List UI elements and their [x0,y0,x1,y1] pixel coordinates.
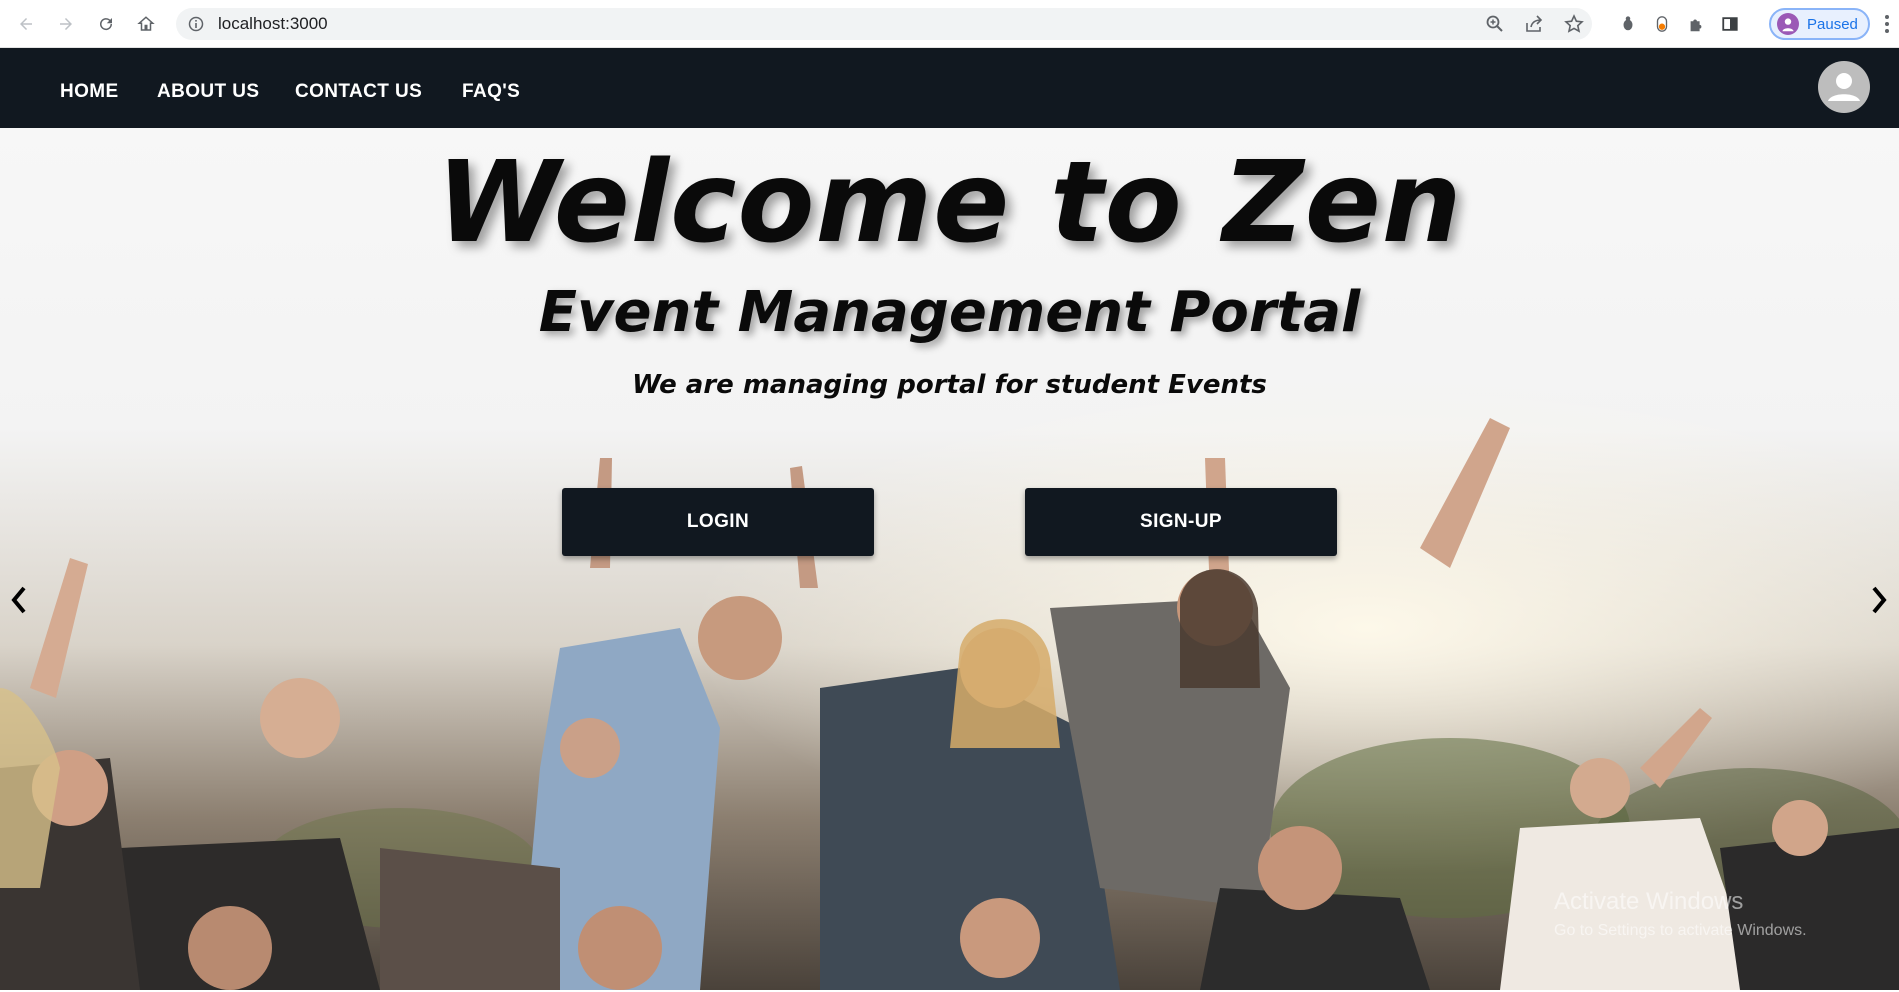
puzzle-extensions-icon[interactable] [1686,14,1706,34]
user-avatar[interactable] [1818,61,1870,113]
carousel-prev-button[interactable] [4,578,34,622]
bug-extension-icon[interactable] [1618,14,1638,34]
app-navbar: HOME ABOUT US CONTACT US FAQ'S [0,48,1899,128]
back-arrow-icon[interactable] [14,12,38,36]
home-icon[interactable] [134,12,158,36]
chevron-left-icon [11,586,26,614]
url-text[interactable]: localhost:3000 [218,15,328,32]
nav-contact-us-link[interactable]: CONTACT US [295,81,422,103]
windows-activation-watermark: Activate Windows Go to Settings to activ… [1554,888,1807,940]
profile-status-label: Paused [1807,15,1858,33]
forward-arrow-icon[interactable] [54,12,78,36]
user-icon [1828,73,1860,101]
toggle-extension-icon[interactable] [1652,14,1672,34]
reload-icon[interactable] [94,12,118,36]
address-bar[interactable]: localhost:3000 [176,8,1592,40]
info-icon[interactable] [188,16,204,32]
nav-faqs-link[interactable]: FAQ'S [462,81,520,103]
browser-toolbar: localhost:3000 Paused [0,0,1899,48]
chevron-right-icon [1872,586,1887,614]
nav-home-link[interactable]: HOME [60,81,119,103]
profile-avatar [1777,13,1799,35]
watermark-line-1: Activate Windows [1554,888,1744,915]
watermark-line-2: Go to Settings to activate Windows. [1554,922,1807,939]
side-panel-icon[interactable] [1720,14,1740,34]
kebab-menu-icon[interactable] [1882,14,1892,34]
hero-subtitle: Event Management Portal [538,280,1361,345]
sign-up-button[interactable]: SIGN-UP [1025,488,1337,556]
extensions-area [1608,8,1756,40]
login-button[interactable]: LOGIN [562,488,874,556]
hero-tagline: We are managing portal for student Event… [632,370,1267,400]
zoom-icon[interactable] [1485,14,1505,34]
star-icon[interactable] [1564,14,1584,34]
hero-carousel: Welcome to Zen Event Management Portal W… [0,128,1899,990]
share-icon[interactable] [1524,14,1544,34]
profile-paused-chip[interactable]: Paused [1769,8,1870,40]
hero-title: Welcome to Zen [436,138,1463,268]
nav-about-us-link[interactable]: ABOUT US [157,81,259,103]
carousel-next-button[interactable] [1864,578,1894,622]
